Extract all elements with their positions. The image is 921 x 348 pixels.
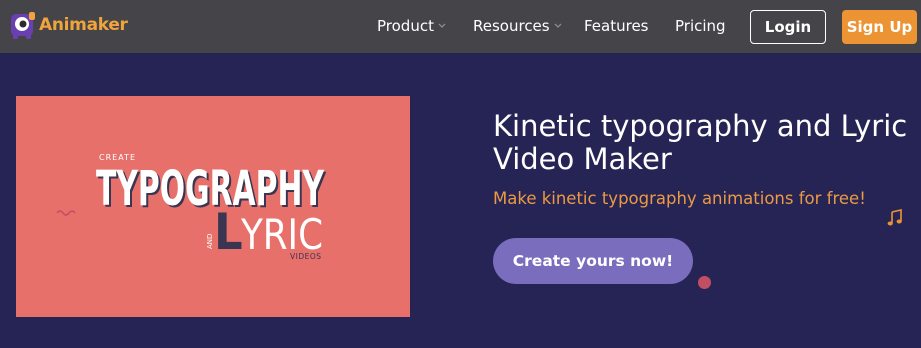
- hero-video-thumbnail[interactable]: CREATE TYPOGRAPHY TYPOGRAPHY AND L YRIC …: [16, 96, 410, 317]
- login-button[interactable]: Login: [750, 10, 826, 44]
- nav-product-label: Product: [377, 17, 434, 35]
- signup-button[interactable]: Sign Up: [842, 10, 917, 44]
- nav-features-label: Features: [584, 17, 649, 35]
- nav-pricing[interactable]: Pricing: [675, 17, 726, 35]
- squiggle-decoration: [56, 210, 76, 216]
- nav-product[interactable]: Product: [377, 17, 447, 35]
- chevron-down-icon: [554, 23, 562, 28]
- chevron-down-icon: [438, 23, 446, 28]
- music-note-icon: [887, 209, 902, 226]
- nav-resources[interactable]: Resources: [473, 17, 563, 35]
- hero-subtitle: Make kinetic typography animations for f…: [493, 189, 866, 208]
- hero-title: Kinetic typography and Lyric Video Maker: [493, 109, 908, 176]
- card-text-big-l: L: [214, 203, 243, 261]
- nav-pricing-label: Pricing: [675, 17, 726, 35]
- card-text-videos: VIDEOS: [290, 252, 322, 261]
- card-text-and: AND: [206, 234, 214, 249]
- brand-name: Animaker: [39, 15, 128, 35]
- create-now-button[interactable]: Create yours now!: [493, 238, 693, 284]
- brand-logo[interactable]: Animaker: [9, 10, 128, 40]
- nav-features[interactable]: Features: [584, 17, 649, 35]
- animaker-logo-icon: [11, 12, 35, 39]
- typography-artwork: CREATE TYPOGRAPHY TYPOGRAPHY AND L YRIC …: [96, 153, 327, 261]
- nav-resources-label: Resources: [473, 17, 550, 35]
- dot-decoration: [698, 276, 711, 289]
- card-text-typography: TYPOGRAPHY: [96, 161, 325, 217]
- top-navbar: Animaker Product Resources Features Pric…: [0, 0, 921, 53]
